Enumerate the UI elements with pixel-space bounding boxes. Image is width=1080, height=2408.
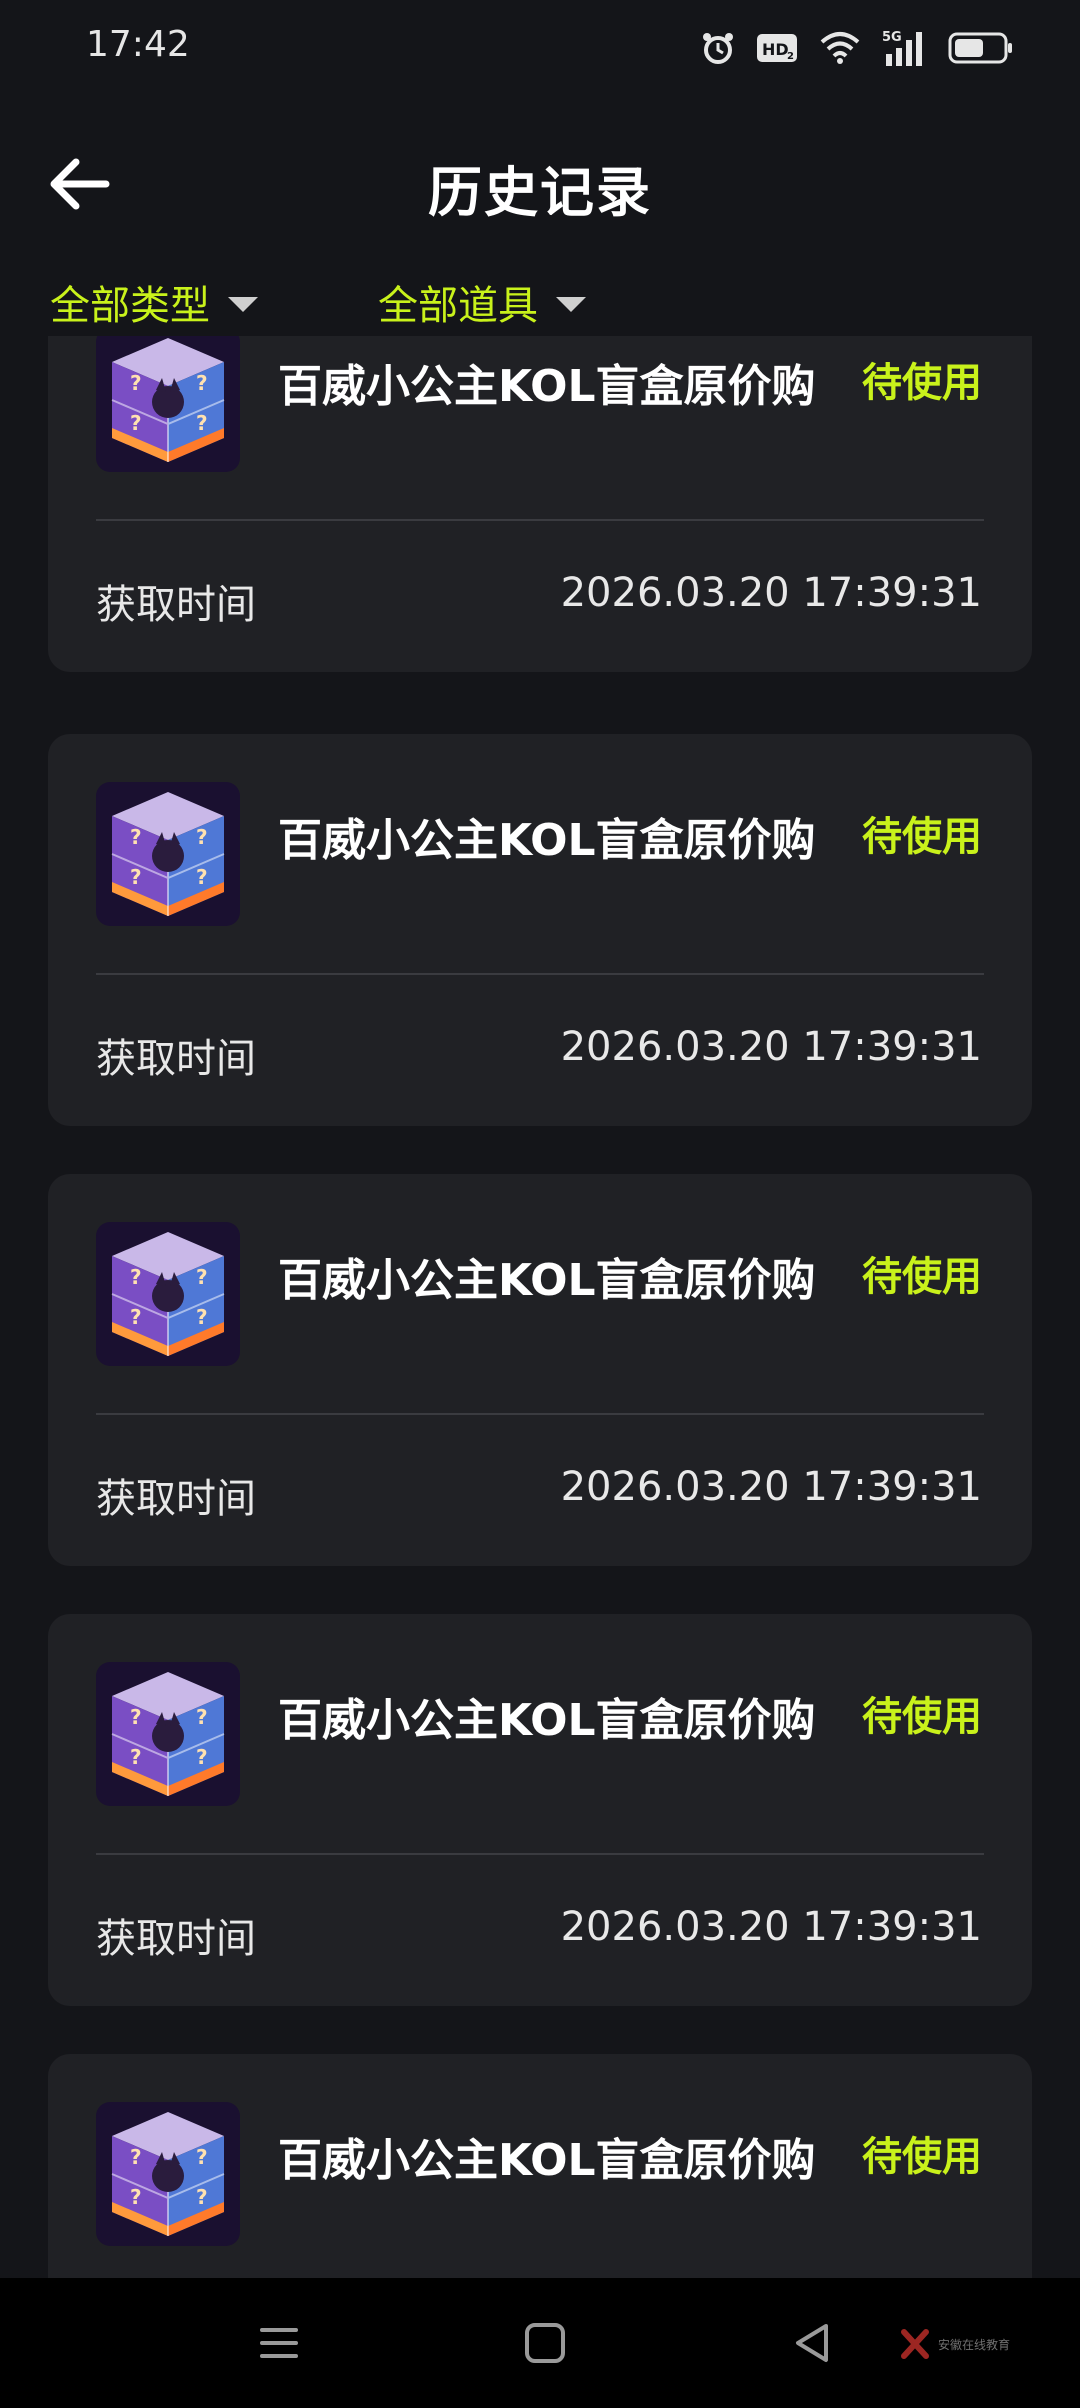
watermark-logo-icon [901, 2329, 929, 2359]
type-filter-dropdown[interactable]: 全部类型 [50, 270, 258, 334]
item-name: 百威小公主KOL盲盒原价购 [278, 1255, 816, 1306]
svg-text:?: ? [196, 411, 208, 435]
svg-text:?: ? [196, 371, 208, 395]
5g-signal-icon: 5G [882, 30, 922, 66]
alarm-icon [703, 33, 733, 64]
nav-home-button[interactable] [518, 2316, 572, 2370]
tool-filter-dropdown[interactable]: 全部道具 [378, 270, 586, 334]
filter-bar: 全部类型 全部道具 [0, 270, 1080, 334]
nav-menu-button[interactable] [252, 2316, 306, 2370]
divider [96, 1413, 984, 1415]
blind-box-thumbnail: ???? [96, 1222, 240, 1366]
blind-box-thumbnail: ???? [96, 336, 240, 472]
svg-text:?: ? [130, 1265, 142, 1289]
status-bar: 17:42 HD 2 5G [0, 0, 1080, 96]
status-icons: HD 2 5G [700, 24, 1014, 72]
battery-icon [948, 32, 1012, 64]
obtain-time-label: 获取时间 [96, 1036, 256, 1082]
record-card[interactable]: ????百威小公主KOL盲盒原价购待使用获取时间2026.03.20 17:39… [48, 2054, 1032, 2278]
svg-text:?: ? [130, 865, 142, 889]
svg-text:?: ? [196, 865, 208, 889]
menu-icon [260, 2328, 298, 2358]
header: 历史记录 [0, 120, 1080, 240]
obtain-time-label: 获取时间 [96, 1916, 256, 1962]
obtain-time-label: 获取时间 [96, 1476, 256, 1522]
watermark: 安徽在线教育 [900, 2324, 1010, 2364]
nav-back-button[interactable] [786, 2316, 840, 2370]
blind-box-thumbnail: ???? [96, 1662, 240, 1806]
obtain-time-label: 获取时间 [96, 582, 256, 628]
svg-text:?: ? [196, 1305, 208, 1329]
svg-text:?: ? [130, 2185, 142, 2209]
status-time: 17:42 [86, 24, 190, 65]
page-title: 历史记录 [428, 161, 652, 224]
dropdown-caret-icon [228, 296, 258, 312]
svg-text:5G: 5G [882, 30, 902, 45]
system-nav-bar: 安徽在线教育 [0, 2278, 1080, 2408]
wifi-icon [820, 32, 860, 64]
status-badge[interactable]: 待使用 [862, 804, 982, 862]
record-card[interactable]: ???? 百威小公主KOL盲盒原价购待使用获取时间 2026.03.20 17:39… [48, 734, 1032, 1126]
dropdown-caret-icon [556, 296, 586, 312]
svg-text:?: ? [130, 371, 142, 395]
obtain-time-value: 2026.03.20 17:39:31 [560, 1024, 982, 1070]
item-name: 百威小公主KOL盲盒原价购 [278, 815, 816, 866]
svg-text:?: ? [130, 411, 142, 435]
svg-text:?: ? [196, 1745, 208, 1769]
hd2-icon: HD 2 [757, 34, 797, 62]
svg-text:?: ? [196, 825, 208, 849]
svg-text:?: ? [196, 2145, 208, 2169]
back-triangle-icon [796, 2324, 828, 2362]
obtain-time-value: 2026.03.20 17:39:31 [560, 570, 982, 616]
blind-box-thumbnail: ???? [96, 2102, 240, 2246]
status-badge[interactable]: 待使用 [862, 2124, 982, 2182]
status-badge[interactable]: 待使用 [862, 1684, 982, 1742]
svg-text:?: ? [130, 825, 142, 849]
home-square-icon [525, 2323, 565, 2363]
svg-text:HD: HD [762, 40, 789, 59]
svg-text:?: ? [196, 2185, 208, 2209]
blind-box-thumbnail: ???? [96, 782, 240, 926]
svg-text:?: ? [130, 2145, 142, 2169]
obtain-time-value: 2026.03.20 17:39:31 [560, 1464, 982, 1510]
record-card[interactable]: ???? 百威小公主KOL盲盒原价购待使用获取时间 2026.03.20 17:39… [48, 1614, 1032, 2006]
svg-text:?: ? [130, 1705, 142, 1729]
svg-text:?: ? [130, 1305, 142, 1329]
obtain-time-value: 2026.03.20 17:39:31 [560, 1904, 982, 1950]
status-badge[interactable]: 待使用 [862, 350, 982, 408]
svg-text:?: ? [196, 1705, 208, 1729]
item-name: 百威小公主KOL盲盒原价购 [278, 2135, 816, 2186]
svg-text:?: ? [196, 1265, 208, 1289]
status-badge[interactable]: 待使用 [862, 1244, 982, 1302]
record-card[interactable]: ???? 百威小公主KOL盲盒原价购待使用获取时间 2026.03.20 17:39… [48, 336, 1032, 672]
item-name: 百威小公主KOL盲盒原价购 [278, 361, 816, 412]
record-card[interactable]: ???? 百威小公主KOL盲盒原价购待使用获取时间 2026.03.20 17:39… [48, 1174, 1032, 1566]
record-list[interactable]: ???? 百威小公主KOL盲盒原价购 待使用 获取时间 2026.03.20 17:39… [0, 336, 1080, 2278]
item-name: 百威小公主KOL盲盒原价购 [278, 1695, 816, 1746]
svg-text:2: 2 [787, 51, 794, 62]
type-filter-label: 全部类型 [50, 283, 210, 329]
svg-text:?: ? [130, 1745, 142, 1769]
divider [96, 1853, 984, 1855]
divider [96, 973, 984, 975]
tool-filter-label: 全部道具 [378, 283, 538, 329]
watermark-text: 安徽在线教育 [938, 2337, 1011, 2352]
divider [96, 519, 984, 521]
